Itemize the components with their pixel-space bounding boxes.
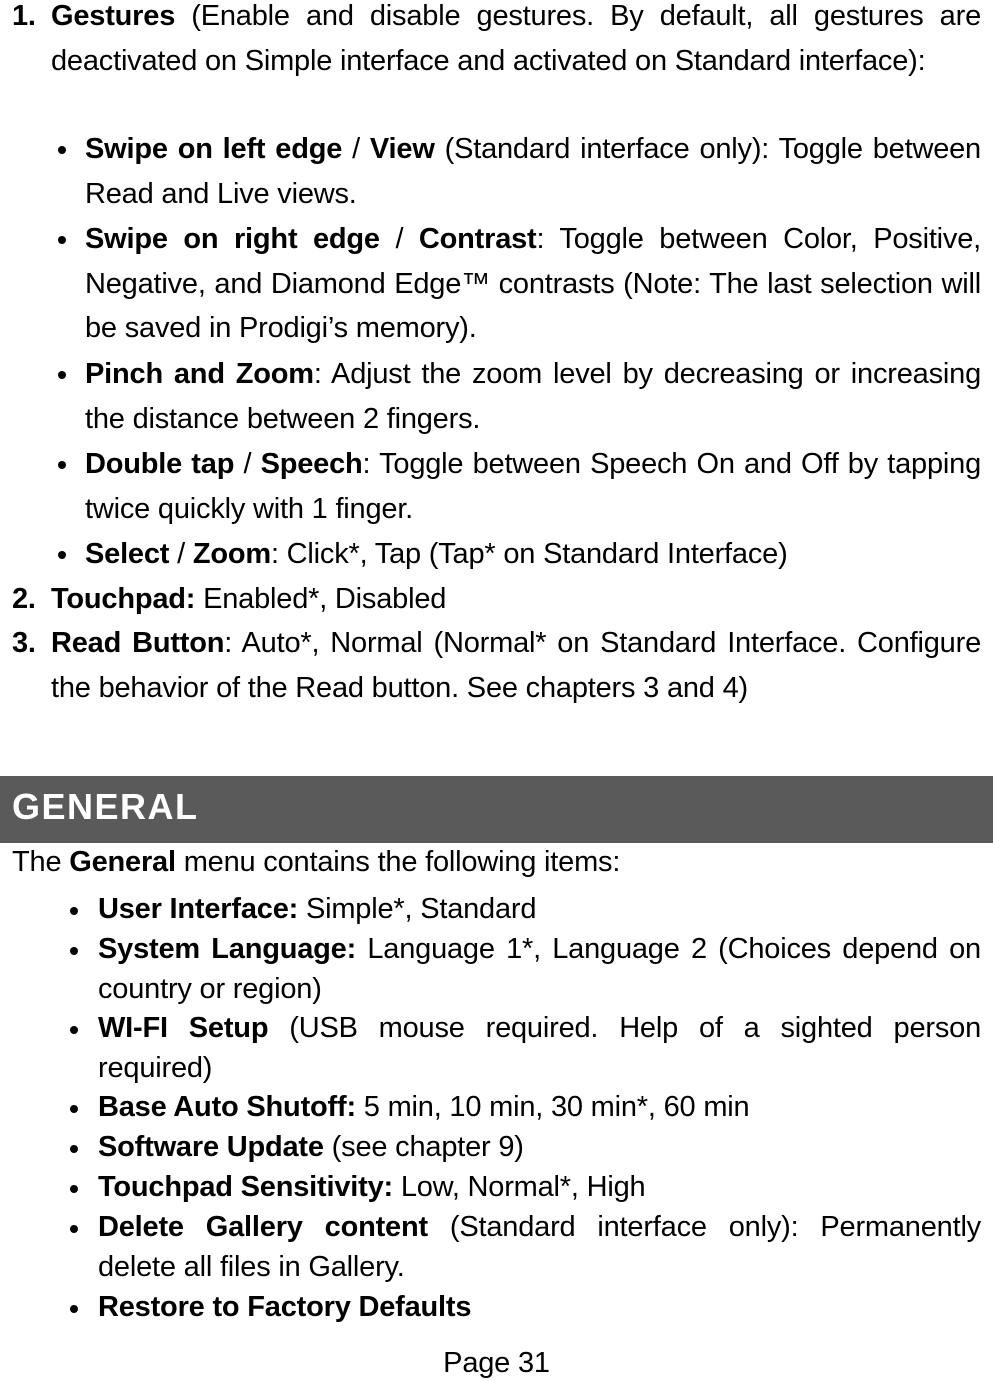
bullet-bold: Double tap [85, 448, 235, 480]
bullet-bold: Swipe on right edge [85, 223, 380, 255]
list-item-touchpad: 2. Touchpad: Enabled*, Disabled [12, 577, 981, 622]
item-title: Read Button [51, 627, 225, 659]
item-values: Simple*, Standard [298, 893, 537, 925]
bullet-text: : Click*, Tap (Tap* on Standard Interfac… [270, 538, 788, 570]
gesture-bullet: Select / Zoom: Click*, Tap (Tap* on Stan… [50, 532, 981, 577]
bullet-bold: Select [85, 538, 170, 570]
intro-text-end: menu contains the following items: [175, 846, 621, 878]
bullet-bold-2: View [369, 133, 435, 165]
item-label: User Interface: [98, 893, 299, 925]
page-number: Page 31 [443, 1347, 550, 1379]
item-body: Gestures (Enable and disable gestures. B… [51, 0, 981, 83]
gesture-bullet: Pinch and Zoom: Adjust the zoom level by… [50, 352, 981, 441]
bullet-sep: / [234, 448, 261, 480]
general-item: Delete Gallery content (Standard interfa… [62, 1208, 981, 1287]
gesture-bullet: Swipe on right edge / Contrast: Toggle b… [50, 217, 981, 351]
item-label: Software Update [98, 1131, 324, 1163]
bullet-sep: / [379, 223, 419, 255]
item-number: 2. [12, 583, 36, 615]
item-label: WI-FI Setup [98, 1012, 269, 1044]
section-intro: The General menu contains the following … [12, 842, 620, 882]
bullet-sep: / [169, 538, 193, 570]
general-item: Restore to Factory Defaults [62, 1288, 981, 1328]
general-item: Software Update (see chapter 9) [62, 1128, 981, 1168]
section-title: GENERAL [12, 786, 199, 827]
item-body: Touchpad: Enabled*, Disabled [51, 577, 981, 622]
general-item: System Language: Language 1*, Language 2… [62, 930, 981, 1009]
general-item: WI-FI Setup (USB mouse required. Help of… [62, 1009, 981, 1088]
item-values: (see chapter 9) [323, 1131, 524, 1163]
bullet-bold-2: Zoom [192, 538, 271, 570]
item-title: Gestures [51, 0, 176, 32]
item-values: 5 min, 10 min, 30 min*, 60 min [355, 1091, 750, 1123]
bullet-bold-2: Contrast [418, 223, 537, 255]
bullet-bold: Swipe on left edge [85, 133, 343, 165]
item-label: Delete Gallery content [98, 1211, 428, 1243]
bullet-bold: Pinch and Zoom [85, 358, 314, 390]
list-item-gestures: 1. Gestures (Enable and disable gestures… [12, 0, 981, 83]
item-number: 1. [12, 0, 36, 32]
item-desc: (Enable and disable gestures. By default… [51, 0, 981, 77]
item-values: Low, Normal*, High [392, 1171, 646, 1203]
item-label: Base Auto Shutoff: [98, 1091, 356, 1123]
list-item-read-button: 3. Read Button: Auto*, Normal (Normal* o… [12, 621, 981, 710]
item-body: Read Button: Auto*, Normal (Normal* on S… [51, 621, 981, 710]
bullet-sep: / [342, 133, 370, 165]
item-text: Enabled*, Disabled [195, 583, 447, 615]
gesture-bullet: Double tap / Speech: Toggle between Spee… [50, 442, 981, 531]
section-header-general: GENERAL [0, 776, 993, 843]
item-label: System Language: [98, 933, 357, 965]
item-label: Touchpad Sensitivity: [98, 1171, 393, 1203]
intro-bold: General [69, 846, 176, 878]
general-item: Base Auto Shutoff: 5 min, 10 min, 30 min… [62, 1088, 981, 1128]
item-label: Restore to Factory Defaults [98, 1291, 472, 1323]
general-item: Touchpad Sensitivity: Low, Normal*, High [62, 1168, 981, 1208]
gesture-bullet: Swipe on left edge / View (Standard inte… [50, 127, 981, 216]
bullet-bold-2: Speech [260, 448, 363, 480]
intro-text: The [12, 846, 70, 878]
item-title: Touchpad: [51, 583, 196, 615]
general-item: User Interface: Simple*, Standard [62, 890, 981, 930]
item-number: 3. [12, 627, 36, 659]
